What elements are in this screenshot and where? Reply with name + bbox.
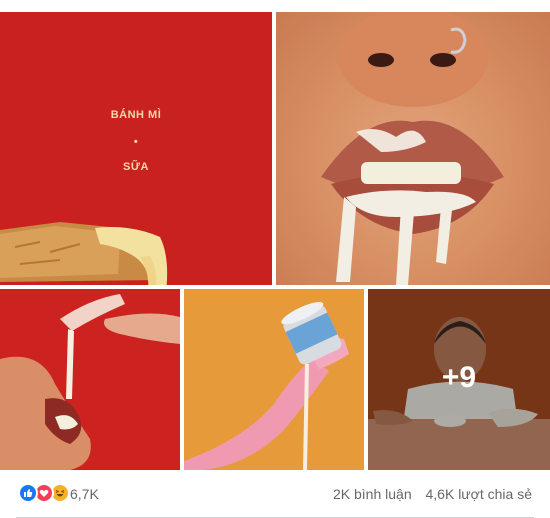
like-icon — [18, 483, 38, 503]
more-photos-count: +9 — [441, 361, 477, 394]
reaction-count[interactable]: 6,7K — [70, 486, 99, 502]
photo-lips-milk[interactable] — [276, 12, 550, 285]
photo-pink-glove-can[interactable] — [184, 289, 364, 470]
comment-count-link[interactable]: 2K bình luận — [333, 486, 412, 502]
drip-illustration — [0, 294, 180, 470]
post-footer: 6,7K 2K bình luận 4,6K lượt chia sẻ — [0, 478, 550, 512]
photo-more-overlay[interactable]: +9 — [368, 289, 550, 470]
glove-can-illustration — [184, 302, 349, 470]
photo-bread-milk-poster[interactable]: BÁNH MÌ • SỮA — [0, 12, 272, 285]
bread-illustration — [0, 222, 168, 285]
lips-illustration — [321, 12, 504, 285]
share-count-link[interactable]: 4,6K lượt chia sẻ — [426, 486, 533, 502]
photo-milk-drip-finger[interactable] — [0, 289, 180, 470]
post-stats: 2K bình luận 4,6K lượt chia sẻ — [323, 486, 532, 502]
